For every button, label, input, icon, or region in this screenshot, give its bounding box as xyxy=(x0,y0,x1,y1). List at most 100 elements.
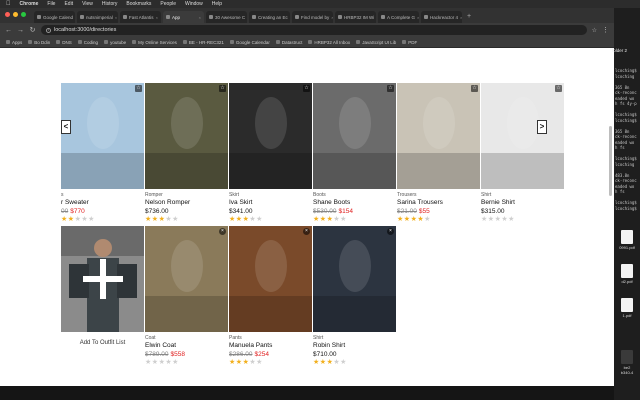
browser-tab[interactable]: 30 Awesome C× xyxy=(206,11,247,23)
menu-edit[interactable]: Edit xyxy=(64,1,73,7)
bookmark-item[interactable]: My Online Services xyxy=(132,40,177,45)
compare-star-icon[interactable]: ☆ xyxy=(135,85,142,92)
tab-close-icon[interactable]: × xyxy=(331,15,333,20)
product-card[interactable]: × Pants Manuela Pants $286.00 $254 ★★★★★ xyxy=(229,226,312,367)
browser-tab[interactable]: Google Calend× xyxy=(34,11,75,23)
new-tab-button[interactable]: + xyxy=(464,11,471,23)
product-card[interactable]: ☆ Boots Shane Boots $530.00 $154 ★★★★★ xyxy=(313,83,396,224)
bookmark-item[interactable]: DNS xyxy=(56,40,72,45)
terminal-line: lcoching$ xyxy=(615,156,637,161)
compare-star-icon[interactable]: ☆ xyxy=(387,85,394,92)
product-photo[interactable]: × xyxy=(313,226,396,332)
remove-outfit-icon[interactable]: × xyxy=(219,228,226,235)
browser-tab[interactable]: Hackreactor 4 × xyxy=(421,11,462,23)
menu-file[interactable]: File xyxy=(47,1,55,7)
bookmark-item[interactable]: JavaScript UI Lib xyxy=(356,40,396,45)
add-outfit-card[interactable] xyxy=(61,226,144,332)
product-name[interactable]: Elwin Coat xyxy=(145,342,228,349)
browser-tab[interactable]: Creating an Ec× xyxy=(249,11,290,23)
product-photo[interactable]: ☆ xyxy=(145,83,228,189)
bookmark-item[interactable]: HRBP32 All Inbox xyxy=(308,40,350,45)
menu-window[interactable]: Window xyxy=(185,1,203,7)
browser-tab[interactable]: A Complete G × xyxy=(378,11,419,23)
product-card[interactable]: × Shirt Robin Shirt $710.00 ★★★★★ xyxy=(313,226,396,367)
bookmark-label: Bo Ddin xyxy=(34,39,51,45)
compare-star-icon[interactable]: ☆ xyxy=(555,85,562,92)
desktop-file[interactable]: 1.pdf xyxy=(617,298,637,318)
tab-close-icon[interactable]: × xyxy=(460,15,462,20)
carousel-prev-button[interactable]: < xyxy=(61,120,71,134)
menu-chrome[interactable]: Chrome xyxy=(20,1,39,7)
browser-tab[interactable]: Fast Atlantis × xyxy=(120,11,161,23)
product-photo[interactable]: ☆ xyxy=(313,83,396,189)
bookmark-item[interactable]: Bo Ddin xyxy=(28,40,50,45)
compare-star-icon[interactable]: ☆ xyxy=(219,85,226,92)
tab-close-icon[interactable]: × xyxy=(417,15,419,20)
browser-tab[interactable]: Find model by × xyxy=(292,11,333,23)
product-photo[interactable]: ☆ xyxy=(481,83,564,189)
add-outfit-label[interactable]: Add To Outfit List xyxy=(61,340,144,346)
desktop-file[interactable]: be2 xyxy=(617,350,637,370)
desktop-file[interactable]: b340-4 xyxy=(617,370,637,375)
product-name[interactable]: Sarina Trousers xyxy=(397,199,480,206)
desktop-folder-label[interactable]: folder 2 xyxy=(612,48,627,53)
remove-outfit-icon[interactable]: × xyxy=(303,228,310,235)
tab-close-icon[interactable]: × xyxy=(115,15,117,20)
menu-bookmarks[interactable]: Bookmarks xyxy=(126,1,151,7)
desktop-file[interactable]: d2.pdf xyxy=(617,264,637,284)
carousel-next-button[interactable]: > xyxy=(537,120,547,134)
product-name[interactable]: Bernie Shirt xyxy=(481,199,564,206)
regular-price: $341.00 xyxy=(229,208,253,215)
product-card[interactable]: ☆ Skirt Iva Skirt $341.00 ★★★★★ xyxy=(229,83,312,224)
product-name[interactable]: Iva Skirt xyxy=(229,199,312,206)
product-card[interactable]: ☆ Shirt Bernie Shirt $315.00 ★★★★★ xyxy=(481,83,564,224)
remove-outfit-icon[interactable]: × xyxy=(387,228,394,235)
page-scrollbar[interactable] xyxy=(609,126,612,196)
bookmark-item[interactable]: Google Calendar xyxy=(229,40,270,45)
bookmark-item[interactable]: BE - HR-REC321 xyxy=(182,39,224,45)
product-photo[interactable]: ☆ xyxy=(229,83,312,189)
product-price: $341.00 xyxy=(229,208,312,215)
browser-tab[interactable]: nutsnimperial × xyxy=(77,11,118,23)
product-name[interactable]: Nelson Romper xyxy=(145,199,228,206)
product-card[interactable]: ☆ s r Sweater 00 $770 ★★★★★ xyxy=(61,83,144,224)
reload-icon[interactable]: ↻ xyxy=(29,26,36,34)
bookmark-item[interactable]: PDF xyxy=(402,40,417,45)
product-card[interactable]: × Coat Elwin Coat $789.00 $558 ★★★★★ xyxy=(145,226,228,367)
compare-star-icon[interactable]: ☆ xyxy=(471,85,478,92)
address-bar[interactable]: i localhost:3000/directories xyxy=(41,25,587,35)
bookmark-item[interactable]: Datastruct xyxy=(275,40,302,45)
product-category: Boots xyxy=(313,192,326,198)
product-card[interactable]: ☆ Trousers Sarina Trousers $21.00 $55 ★★★★★ xyxy=(397,83,480,224)
product-photo[interactable]: × xyxy=(229,226,312,332)
product-photo[interactable]: × xyxy=(145,226,228,332)
product-name[interactable]: Manuela Pants xyxy=(229,342,312,349)
product-card[interactable]: ☆ Romper Nelson Romper $736.00 ★★★★★ xyxy=(145,83,228,224)
back-arrow-icon[interactable]: ← xyxy=(5,27,12,34)
tab-close-icon[interactable]: × xyxy=(199,15,201,20)
bookmark-item[interactable]: Coding xyxy=(77,40,98,45)
product-name[interactable]: Robin Shirt xyxy=(313,342,396,349)
browser-tab[interactable]: App × xyxy=(163,11,204,23)
product-name[interactable]: Shane Boots xyxy=(313,199,396,206)
menu-dots-icon[interactable]: ⋮ xyxy=(602,26,609,34)
bookmark-item[interactable]: Apps xyxy=(6,40,22,45)
product-photo[interactable]: ☆ xyxy=(61,83,144,189)
product-photo[interactable]: ☆ xyxy=(397,83,480,189)
apple-icon[interactable]:  xyxy=(6,1,11,7)
menu-people[interactable]: People xyxy=(160,1,176,7)
tab-close-icon[interactable]: × xyxy=(156,15,158,20)
info-icon[interactable]: i xyxy=(46,27,51,33)
star-icon: ★ xyxy=(424,216,431,223)
desktop-file[interactable]: 0991.pdf xyxy=(617,230,637,250)
product-name[interactable]: r Sweater xyxy=(61,199,144,206)
forward-arrow-icon[interactable]: → xyxy=(17,27,24,34)
menu-view[interactable]: View xyxy=(82,1,93,7)
menu-help[interactable]: Help xyxy=(212,1,222,7)
bookmark-label: BE - HR-REC321 xyxy=(188,39,224,45)
bookmark-item[interactable]: youtube xyxy=(104,40,126,45)
menu-history[interactable]: History xyxy=(102,1,118,7)
compare-star-icon[interactable]: ☆ xyxy=(303,85,310,92)
bookmark-star-icon[interactable]: ☆ xyxy=(592,27,597,34)
browser-tab[interactable]: HRBP32 IM Wi× xyxy=(335,11,376,23)
